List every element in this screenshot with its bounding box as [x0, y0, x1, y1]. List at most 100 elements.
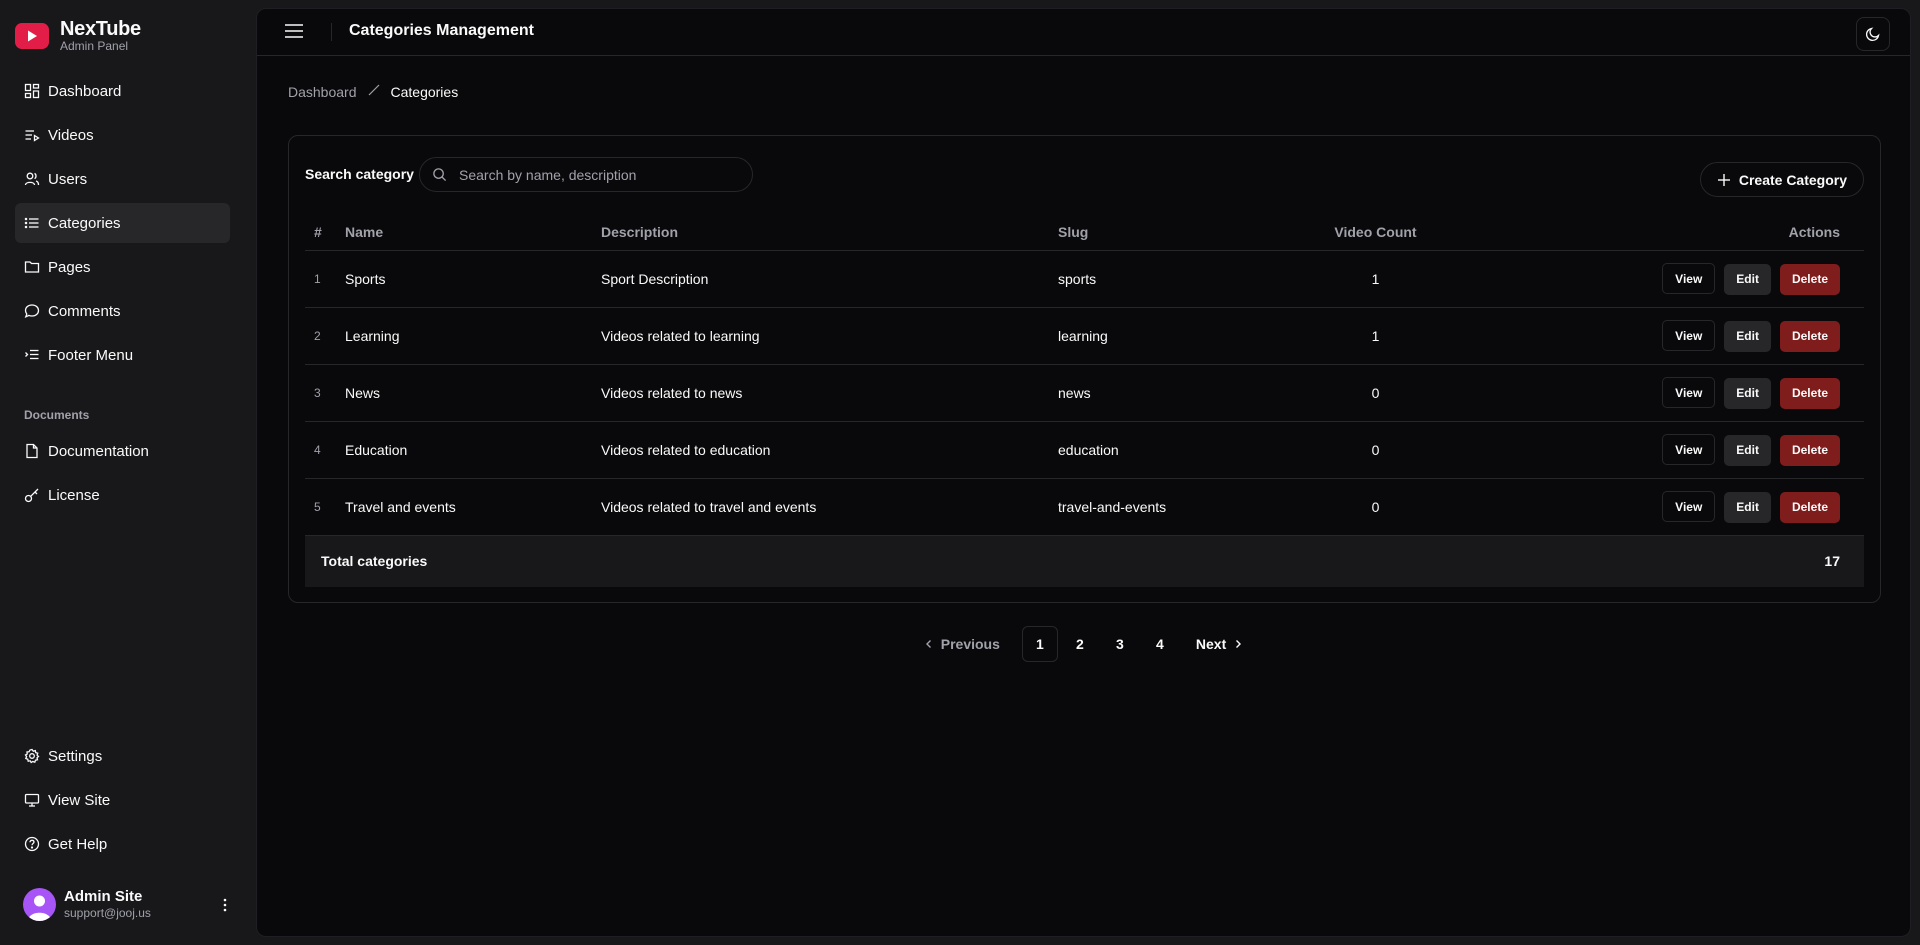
page-button-1[interactable]: 1: [1021, 626, 1058, 662]
view-button[interactable]: View: [1662, 262, 1716, 294]
users-icon: [24, 172, 40, 186]
create-category-label: Create Category: [1738, 171, 1847, 188]
sidebar-item-label: Comments: [48, 302, 121, 320]
row-description: Videos related to learning: [601, 307, 1058, 365]
help-icon: [24, 836, 40, 852]
search-input[interactable]: [459, 166, 729, 183]
sidebar-item-documentation[interactable]: Documentation: [15, 431, 230, 471]
categories-table: # Name Description Slug Video Count Acti…: [305, 214, 1864, 587]
user-profile[interactable]: Admin Site support@jooj.us: [23, 888, 233, 921]
user-name: Admin Site: [64, 888, 143, 905]
row-slug: news: [1058, 364, 1268, 422]
delete-button[interactable]: Delete: [1779, 263, 1840, 295]
sidebar-item-label: License: [48, 486, 100, 504]
row-video-count: 1: [1268, 250, 1483, 308]
sidebar-item-footer-menu[interactable]: Footer Menu: [15, 335, 230, 375]
page-button-4[interactable]: 4: [1142, 626, 1178, 662]
previous-label: Previous: [940, 636, 1000, 652]
row-description: Videos related to education: [601, 421, 1058, 479]
breadcrumb-current: Categories: [390, 83, 459, 100]
hamburger-icon[interactable]: [285, 24, 303, 38]
row-name: Learning: [345, 307, 601, 365]
delete-button[interactable]: Delete: [1779, 377, 1840, 409]
sidebar-item-label: View Site: [48, 791, 111, 809]
brand[interactable]: NexTube Admin Panel: [15, 18, 141, 53]
view-button[interactable]: View: [1662, 376, 1716, 408]
previous-page-button[interactable]: Previous: [923, 636, 1000, 652]
total-categories-value: 17: [1483, 535, 1864, 587]
delete-button[interactable]: Delete: [1779, 491, 1840, 523]
sidebar-item-categories[interactable]: Categories: [15, 203, 230, 243]
edit-button[interactable]: Edit: [1724, 263, 1771, 295]
next-page-button[interactable]: Next: [1196, 636, 1244, 652]
breadcrumb-dashboard-link[interactable]: Dashboard: [288, 84, 357, 100]
sidebar-item-videos[interactable]: Videos: [15, 115, 230, 155]
row-video-count: 1: [1268, 307, 1483, 365]
delete-button[interactable]: Delete: [1779, 434, 1840, 466]
next-label: Next: [1195, 636, 1227, 652]
sidebar-item-label: Categories: [48, 214, 121, 232]
chevron-right-icon: [1236, 640, 1242, 648]
sidebar: NexTube Admin Panel Dashboard Videos Use…: [0, 0, 256, 945]
table-footer-row: Total categories 17: [305, 535, 1864, 587]
table-row: 2 Learning Videos related to learning le…: [305, 307, 1864, 365]
column-header-slug[interactable]: Slug: [1058, 214, 1268, 251]
sidebar-item-pages[interactable]: Pages: [15, 247, 230, 287]
edit-button[interactable]: Edit: [1724, 434, 1771, 466]
categories-card: Search category Create Category # Name D…: [288, 135, 1881, 603]
row-index: 5: [305, 478, 345, 536]
column-header-description[interactable]: Description: [601, 214, 1058, 251]
row-index: 3: [305, 364, 345, 422]
edit-button[interactable]: Edit: [1724, 491, 1771, 523]
documents-heading: Documents: [24, 408, 90, 422]
create-category-button[interactable]: Create Category: [1699, 162, 1864, 197]
bottom-nav: Settings View Site Get Help: [15, 736, 230, 868]
row-video-count: 0: [1268, 478, 1483, 536]
row-name: Education: [345, 421, 601, 479]
main-nav: Dashboard Videos Users Categories Pages …: [15, 71, 230, 379]
row-name: Travel and events: [345, 478, 601, 536]
sidebar-item-license[interactable]: License: [15, 475, 230, 515]
monitor-icon: [24, 793, 40, 807]
main-panel: Categories Management Dashboard Categori…: [256, 8, 1911, 937]
top-header: Categories Management: [257, 9, 1910, 56]
more-vertical-icon[interactable]: [217, 895, 233, 915]
brand-name: NexTube: [60, 18, 141, 40]
chevron-left-icon: [925, 640, 931, 648]
view-button[interactable]: View: [1662, 490, 1716, 522]
row-actions: View Edit Delete: [1483, 478, 1864, 536]
breadcrumb: Dashboard Categories: [288, 83, 458, 100]
sidebar-item-users[interactable]: Users: [15, 159, 230, 199]
sidebar-item-label: Documentation: [48, 442, 149, 460]
table-row: 3 News Videos related to news news 0 Vie…: [305, 364, 1864, 422]
comment-icon: [24, 304, 40, 318]
gear-icon: [24, 748, 40, 764]
sidebar-item-comments[interactable]: Comments: [15, 291, 230, 331]
page-title: Categories Management: [349, 22, 534, 39]
page-button-2[interactable]: 2: [1062, 626, 1098, 662]
edit-button[interactable]: Edit: [1724, 320, 1771, 352]
video-list-icon: [25, 130, 40, 142]
table-header-row: # Name Description Slug Video Count Acti…: [305, 214, 1864, 251]
search-label: Search category: [305, 166, 414, 182]
row-video-count: 0: [1268, 364, 1483, 422]
page-button-3[interactable]: 3: [1102, 626, 1138, 662]
row-slug: sports: [1058, 250, 1268, 308]
row-actions: View Edit Delete: [1483, 421, 1864, 479]
delete-button[interactable]: Delete: [1779, 320, 1840, 352]
sidebar-item-label: Dashboard: [48, 82, 122, 100]
column-header-name[interactable]: Name: [345, 214, 601, 251]
column-header-video-count[interactable]: Video Count: [1268, 214, 1483, 251]
row-actions: View Edit Delete: [1483, 364, 1864, 422]
sidebar-item-view-site[interactable]: View Site: [15, 780, 230, 820]
search-box[interactable]: [419, 157, 753, 192]
edit-button[interactable]: Edit: [1724, 377, 1771, 409]
view-button[interactable]: View: [1662, 433, 1716, 465]
view-button[interactable]: View: [1662, 319, 1716, 351]
theme-toggle-button[interactable]: [1856, 17, 1890, 51]
search-icon: [433, 168, 447, 182]
table-row: 5 Travel and events Videos related to tr…: [305, 478, 1864, 536]
sidebar-item-dashboard[interactable]: Dashboard: [15, 71, 230, 111]
sidebar-item-settings[interactable]: Settings: [15, 736, 230, 776]
sidebar-item-get-help[interactable]: Get Help: [15, 824, 230, 864]
